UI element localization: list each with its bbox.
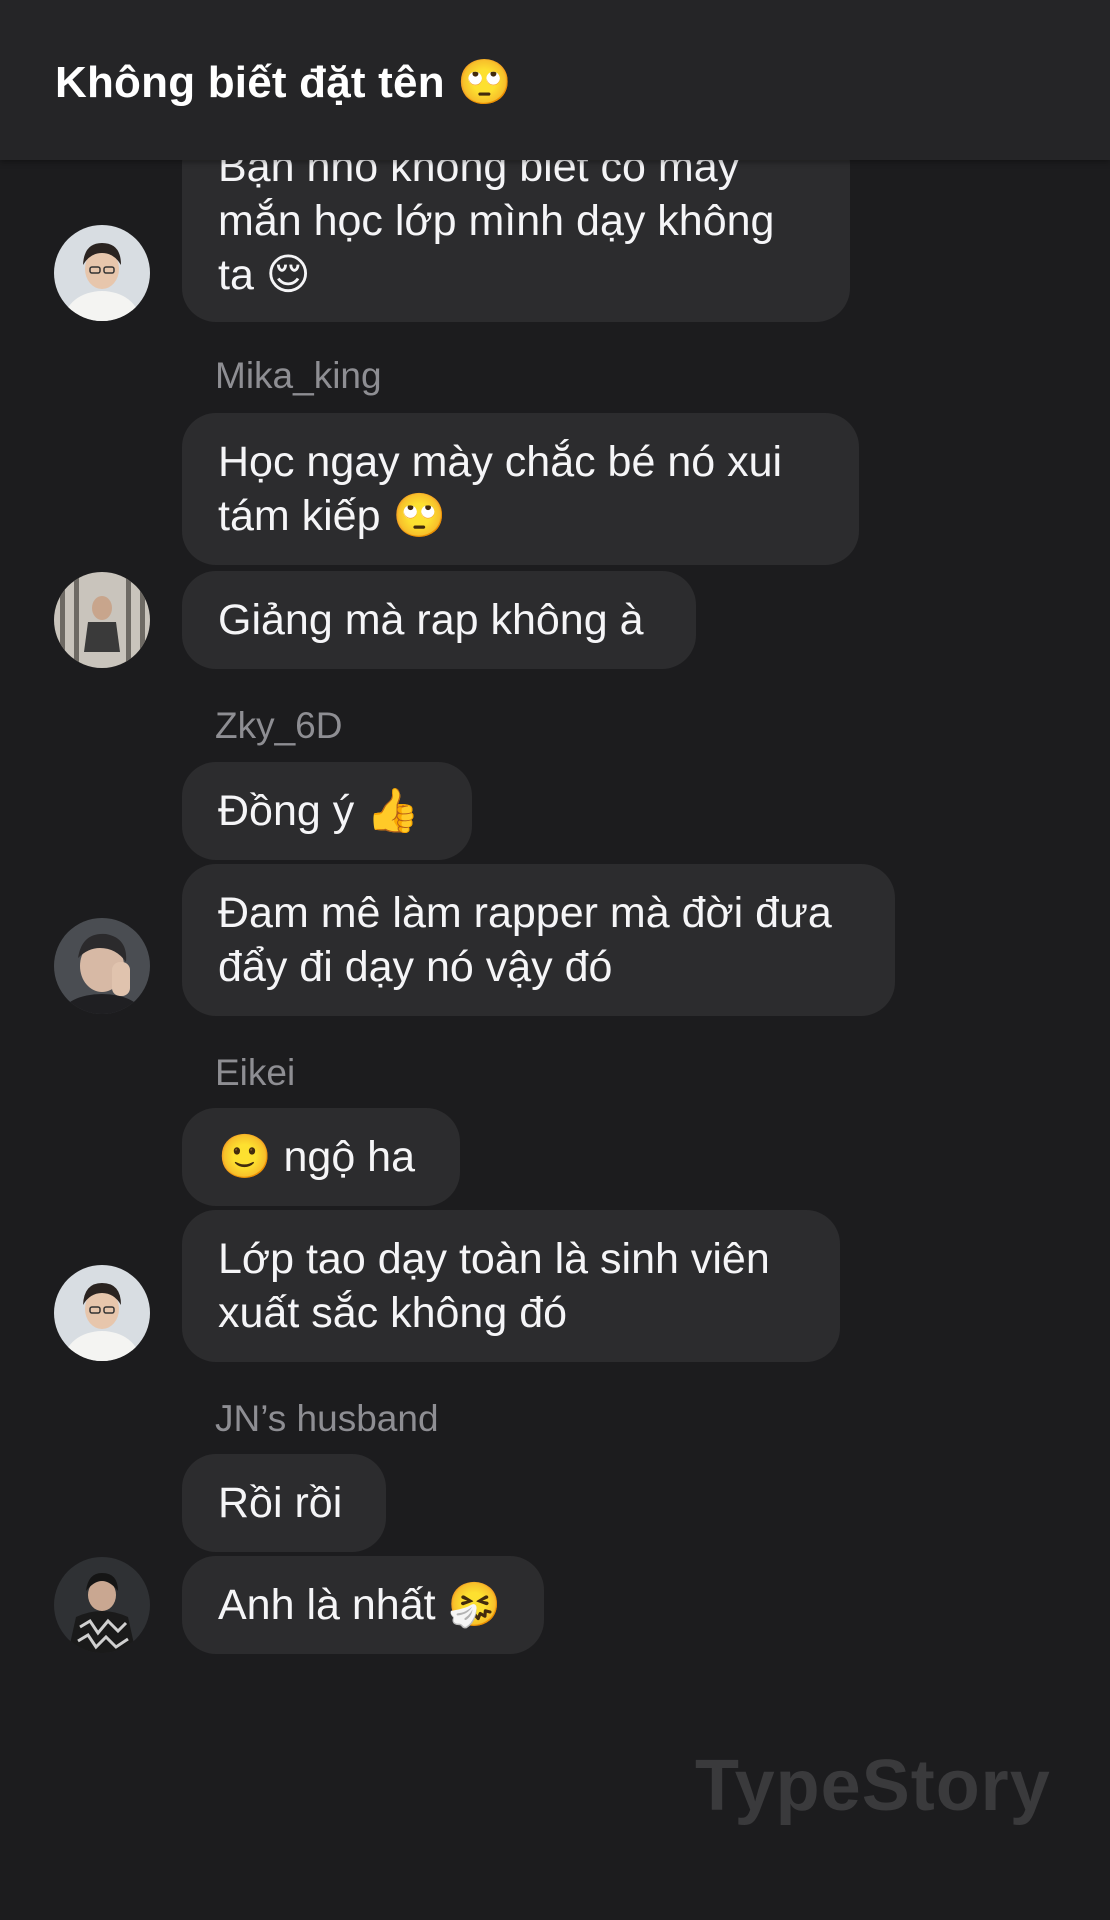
typestory-watermark: TypeStory xyxy=(695,1746,1051,1826)
message-text: Lớp tao dạy toàn là sinh viên xuất sắc k… xyxy=(218,1235,770,1337)
avatar[interactable] xyxy=(54,918,150,1014)
message-bubble[interactable]: Đam mê làm rapper mà đời đưa đẩy đi dạy … xyxy=(182,864,895,1016)
profile-photo-icon xyxy=(54,1557,150,1653)
profile-photo-icon xyxy=(54,918,150,1014)
message-text: Rồi rồi xyxy=(218,1479,343,1527)
chat-title[interactable]: Không biết đặt tên 🙄 xyxy=(55,56,512,108)
avatar[interactable] xyxy=(54,1265,150,1361)
sender-name: Zky_6D xyxy=(215,705,343,746)
avatar[interactable] xyxy=(54,572,150,668)
profile-photo-icon xyxy=(54,1265,150,1361)
sender-name: JN’s husband xyxy=(215,1398,439,1439)
message-text: Bạn nhỏ không biết có may mắn học lớp mì… xyxy=(218,143,775,299)
profile-photo-icon xyxy=(54,225,150,321)
message-text: Anh là nhất 🤧 xyxy=(218,1581,502,1629)
message-bubble[interactable]: Giảng mà rap không à xyxy=(182,571,696,669)
message-bubble[interactable]: Rồi rồi xyxy=(182,1454,386,1552)
avatar[interactable] xyxy=(54,225,150,321)
message-bubble[interactable]: Anh là nhất 🤧 xyxy=(182,1556,544,1654)
message-text: Giảng mà rap không à xyxy=(218,596,644,644)
message-bubble[interactable]: 🙂 ngộ ha xyxy=(182,1108,460,1206)
message-text: Đồng ý 👍 xyxy=(218,787,420,835)
avatar[interactable] xyxy=(54,1557,150,1653)
message-list[interactable]: Bạn nhỏ không biết có may mắn học lớp mì… xyxy=(0,0,1110,1920)
message-text: 🙂 ngộ ha xyxy=(218,1133,416,1181)
message-bubble[interactable]: Học ngay mày chắc bé nó xui tám kiếp 🙄 xyxy=(182,413,859,565)
message-bubble[interactable]: Đồng ý 👍 xyxy=(182,762,472,860)
sender-name: Eikei xyxy=(215,1052,296,1093)
message-text: Đam mê làm rapper mà đời đưa đẩy đi dạy … xyxy=(218,889,832,991)
profile-photo-icon xyxy=(54,572,150,668)
message-bubble[interactable]: Lớp tao dạy toàn là sinh viên xuất sắc k… xyxy=(182,1210,840,1362)
chat-header: Không biết đặt tên 🙄 xyxy=(0,0,1110,160)
message-text: Học ngay mày chắc bé nó xui tám kiếp 🙄 xyxy=(218,438,783,540)
sender-name: Mika_king xyxy=(215,355,382,396)
